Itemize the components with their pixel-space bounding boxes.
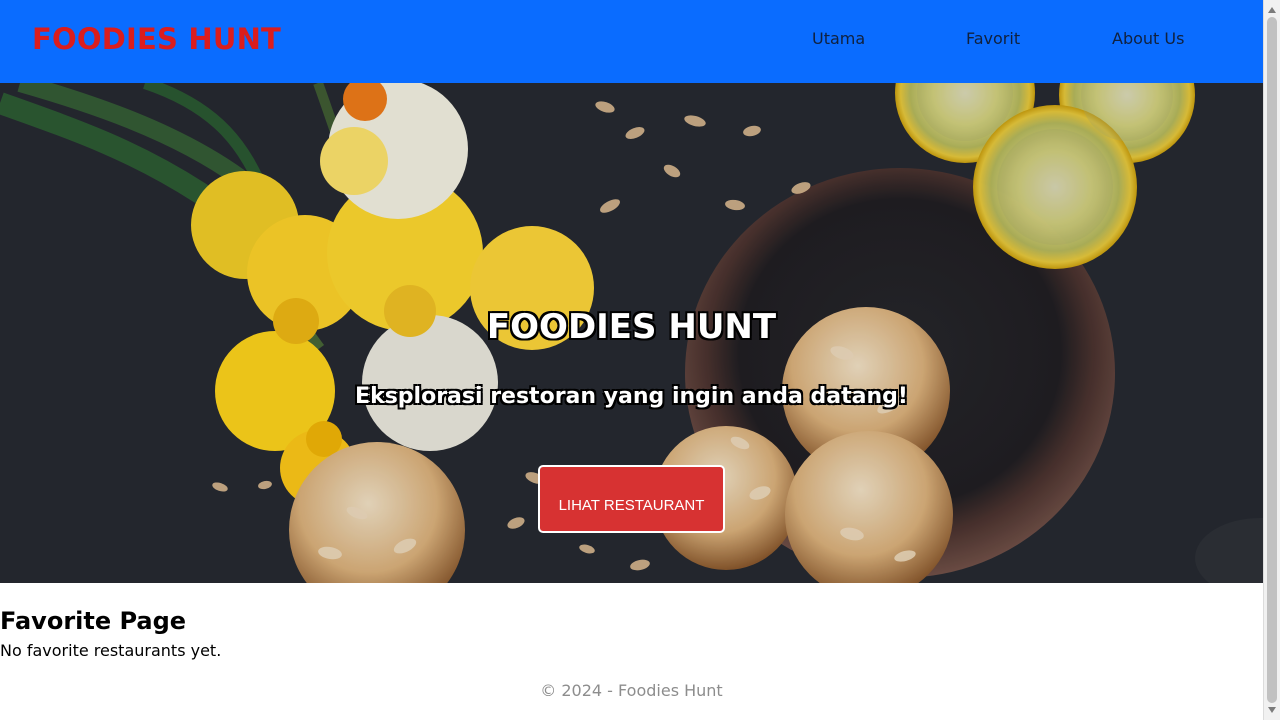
browser-viewport: FOODIES HUNT Utama Favorit About Us FOOD… <box>0 0 1280 720</box>
hero-banner: FOODIES HUNT Eksplorasi restoran yang in… <box>0 83 1263 583</box>
nav-link-favorit[interactable]: Favorit <box>966 29 1020 49</box>
footer-copyright: © 2024 - Foodies Hunt <box>540 681 723 700</box>
view-restaurant-button[interactable]: LIHAT RESTAURANT <box>538 465 725 533</box>
top-navbar: FOODIES HUNT Utama Favorit About Us <box>0 0 1263 83</box>
scrollbar-thumb[interactable] <box>1267 17 1277 703</box>
main-navigation: Utama Favorit About Us <box>0 0 1263 83</box>
triangle-down-icon[interactable] <box>1268 707 1276 713</box>
page-title: Favorite Page <box>0 607 187 635</box>
hero-title: FOODIES HUNT <box>486 307 777 347</box>
vertical-scrollbar[interactable] <box>1263 0 1280 720</box>
triangle-up-icon[interactable] <box>1268 7 1276 13</box>
page: FOODIES HUNT Utama Favorit About Us FOOD… <box>0 0 1263 720</box>
favorite-content: Favorite Page No favorite restaurants ye… <box>0 583 1263 700</box>
nav-link-utama[interactable]: Utama <box>812 29 865 49</box>
nav-link-about-us[interactable]: About Us <box>1112 29 1184 49</box>
empty-favorites-message: No favorite restaurants yet. <box>0 641 222 660</box>
hero-subtitle: Eksplorasi restoran yang ingin anda data… <box>355 384 908 409</box>
